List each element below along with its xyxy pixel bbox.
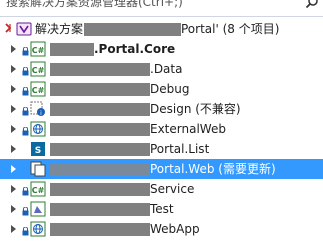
csharp-project-icon: C# (30, 61, 46, 80)
project-label: Debug (150, 82, 190, 96)
project-row[interactable]: WebApp (0, 219, 323, 239)
expand-arrow-icon[interactable] (11, 105, 16, 113)
expand-arrow-icon[interactable] (11, 185, 16, 193)
csharp-project-icon: C# (30, 41, 46, 60)
project-row[interactable]: C# Service (0, 179, 323, 199)
project-label: Service (150, 182, 195, 196)
redacted-block (50, 163, 150, 176)
lock-icon (22, 105, 29, 119)
redacted-block (50, 143, 150, 156)
svg-text:S: S (35, 146, 41, 156)
redacted-block (50, 103, 150, 116)
solution-root-row[interactable]: 解决方案 Portal' (8 个项目) (0, 19, 323, 39)
expand-arrow-icon[interactable] (11, 225, 16, 233)
redacted-block (50, 203, 150, 216)
redacted-block (50, 83, 150, 96)
search-icon[interactable] (305, 0, 319, 9)
expand-arrow-icon[interactable] (11, 125, 16, 133)
project-label: .Portal.Core (94, 42, 176, 56)
lock-icon (22, 65, 29, 79)
csharp-project-icon: C# (30, 181, 46, 200)
redacted-block (50, 183, 150, 196)
svg-text:C#: C# (32, 46, 45, 55)
project-label: ExternalWeb (150, 122, 226, 136)
solution-label-suffix: Portal' (8 个项目) (181, 22, 280, 36)
redacted-block (50, 223, 150, 236)
project-row[interactable]: Test (0, 199, 323, 219)
lock-icon (22, 85, 29, 99)
expand-arrow-icon[interactable] (11, 45, 16, 53)
project-row[interactable]: i Design (不兼容) (0, 99, 323, 119)
svg-text:C#: C# (32, 86, 45, 95)
project-label: Design (不兼容) (150, 102, 241, 116)
redacted-block (50, 63, 150, 76)
sharepoint-project-icon: S (30, 141, 46, 160)
project-row[interactable]: C# Debug (0, 79, 323, 99)
lock-icon (22, 45, 29, 59)
svg-text:C#: C# (32, 66, 45, 75)
svg-text:C#: C# (32, 186, 45, 195)
project-label: .Data (150, 62, 183, 76)
lock-icon (22, 225, 29, 239)
project-row[interactable]: Portal.Web (需要更新) (0, 159, 323, 179)
lock-icon (22, 185, 29, 199)
expand-arrow-icon[interactable] (11, 165, 16, 173)
project-label: Test (150, 202, 174, 216)
lock-icon (22, 125, 29, 139)
solution-label-prefix: 解决方案 (35, 22, 84, 36)
redacted-block (50, 43, 94, 56)
project-label: WebApp (150, 222, 200, 236)
expand-arrow-icon[interactable] (11, 145, 16, 153)
csharp-project-icon: C# (30, 81, 46, 100)
project-row[interactable]: S Portal.List (0, 139, 323, 159)
search-input[interactable]: 搜索解决方案资源管理器(Ctrl+;) (6, 0, 183, 10)
expand-arrow-icon[interactable] (11, 85, 16, 93)
project-label: Portal.Web (需要更新) (150, 162, 276, 176)
web-project-update-icon (30, 161, 46, 180)
test-project-icon (30, 201, 46, 220)
expand-arrow-icon[interactable] (11, 65, 16, 73)
expand-arrow-icon[interactable] (11, 205, 16, 213)
web-project-icon (30, 221, 46, 240)
search-box[interactable]: 搜索解决方案资源管理器(Ctrl+;) (0, 0, 323, 17)
redacted-block (50, 123, 150, 136)
project-row[interactable]: C# .Portal.Core (0, 39, 323, 59)
web-project-icon (30, 121, 46, 140)
redacted-block (84, 23, 181, 36)
project-row[interactable]: ExternalWeb (0, 119, 323, 139)
lock-icon (22, 205, 29, 219)
project-label: Portal.List (150, 142, 210, 156)
project-row[interactable]: C# .Data (0, 59, 323, 79)
unloaded-project-icon: i (30, 101, 46, 120)
